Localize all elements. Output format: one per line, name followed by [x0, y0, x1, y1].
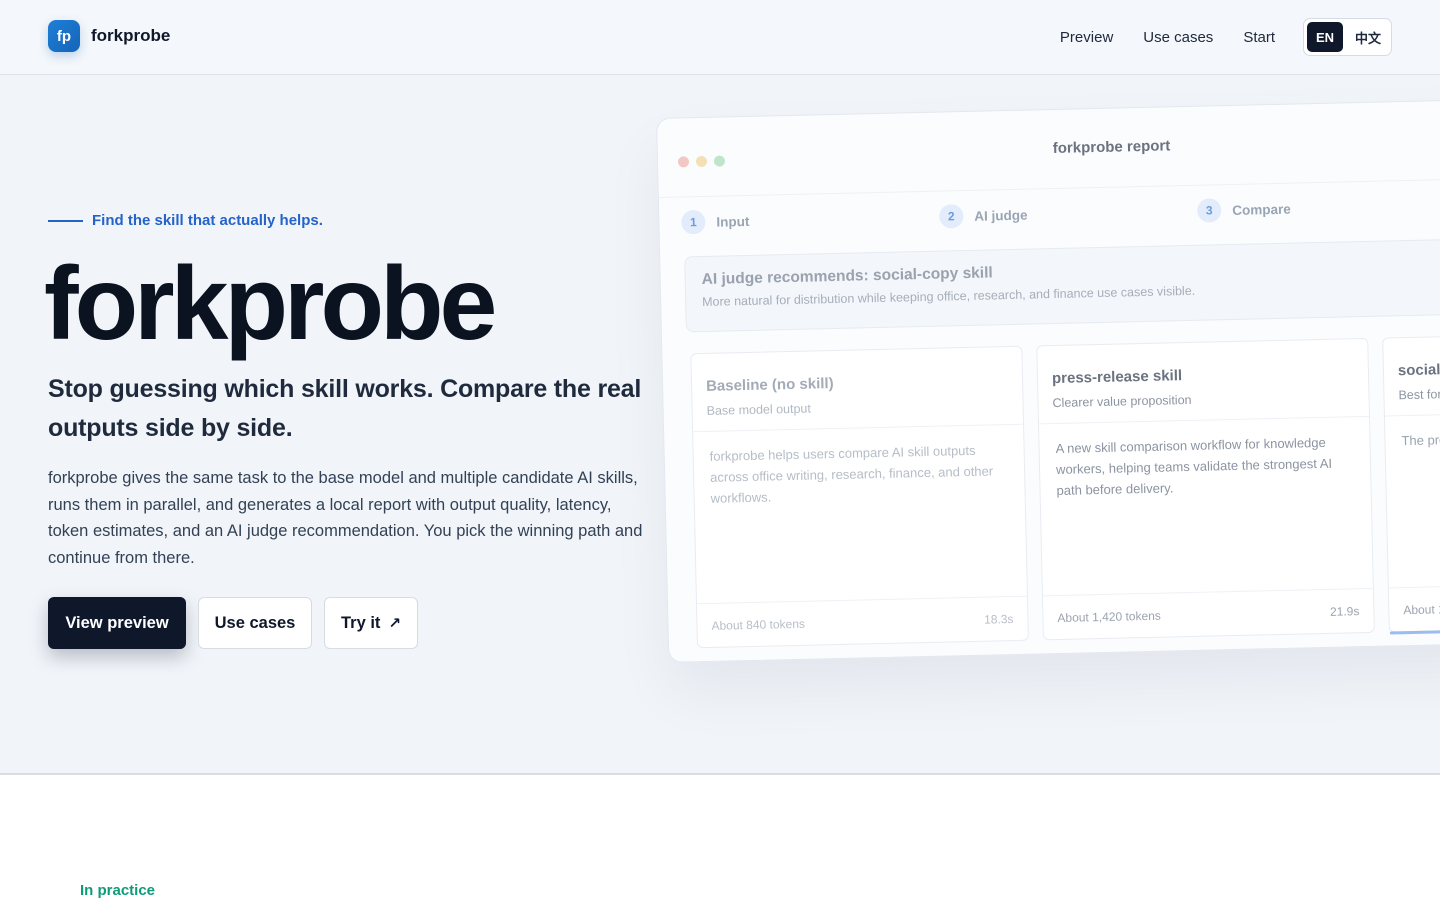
view-preview-button[interactable]: View preview: [48, 597, 186, 649]
card-subtitle: Clearer value proposition: [1052, 392, 1192, 411]
card-time: 21.9s: [1329, 603, 1360, 619]
minimize-dot-icon: [695, 155, 708, 168]
card-tokens: About 1: [1403, 601, 1440, 617]
use-cases-button[interactable]: Use cases: [198, 597, 312, 649]
brand[interactable]: fp forkprobe: [48, 20, 170, 52]
card-subtitle: Base model output: [706, 401, 812, 418]
top-navigation-bar: fp forkprobe Preview Use cases Start EN …: [0, 0, 1440, 75]
preview-steps: 1 Input 2 AI judge 3 Compare: [681, 193, 1440, 235]
judge-recommendation-banner: AI judge recommends: social-copy skill M…: [684, 237, 1440, 333]
hero-cta-row: View preview Use cases Try it ↗: [48, 597, 430, 649]
hero-subtitle: Stop guessing which skill works. Compare…: [48, 375, 642, 442]
step-label: Compare: [1232, 201, 1291, 218]
comparison-cards: Baseline (no skill) Base model output fo…: [690, 333, 1440, 649]
nav-link-preview[interactable]: Preview: [1060, 29, 1113, 46]
card-press-release: press-release skill Clearer value propos…: [1036, 337, 1375, 641]
eyebrow-text: Find the skill that actually helps.: [92, 212, 323, 229]
eyebrow-line: [48, 219, 83, 222]
card-tokens: About 1,420 tokens: [1057, 608, 1161, 625]
card-tokens: About 840 tokens: [711, 616, 806, 633]
step-ai-judge: 2 AI judge: [939, 199, 1197, 229]
card-social-copy: social-c Best for d The prob problem for…: [1382, 333, 1440, 633]
hero-description: forkprobe gives the same task to the bas…: [48, 469, 643, 567]
brand-logo-icon: fp: [48, 20, 80, 52]
card-footer: About 840 tokens 18.3s: [697, 595, 1028, 648]
report-preview-window: forkprobe report 1 Input 2 AI judge 3 Co…: [656, 98, 1440, 663]
card-subtitle: Best for d: [1398, 387, 1440, 403]
window-controls: [677, 155, 732, 168]
section-eyebrow: In practice: [80, 882, 156, 899]
card-body: forkprobe helps users compare AI skill o…: [709, 442, 994, 506]
card-footer: About 1: [1388, 583, 1440, 632]
brand-name: forkprobe: [91, 26, 171, 45]
card-title: press-release skill: [1051, 367, 1183, 388]
card-footer: About 1,420 tokens 21.9s: [1042, 587, 1374, 640]
nav-link-use-cases[interactable]: Use cases: [1143, 29, 1213, 46]
lang-en-button[interactable]: EN: [1307, 22, 1343, 52]
step-label: Input: [716, 213, 750, 230]
try-it-button[interactable]: Try it ↗: [324, 597, 418, 649]
card-title: social-c: [1397, 360, 1440, 380]
step-compare: 3 Compare: [1196, 193, 1440, 223]
nav-link-start[interactable]: Start: [1243, 29, 1275, 46]
preview-title: forkprobe report: [1052, 137, 1171, 158]
card-title: Baseline (no skill): [705, 375, 834, 395]
card-time: 18.3s: [983, 611, 1014, 627]
arrow-up-right-icon: ↗: [388, 615, 401, 632]
step-input: 1 Input: [681, 205, 939, 235]
close-dot-icon: [677, 156, 690, 168]
language-switcher: EN 中文: [1303, 18, 1392, 56]
card-header: Baseline (no skill) Base model output: [691, 346, 1024, 433]
card-header: social-c Best for d: [1383, 334, 1440, 417]
hero-title: forkprobe: [44, 246, 497, 362]
card-body: The prob problem forkprob: [1401, 430, 1440, 449]
step-number: 1: [681, 209, 706, 235]
lang-zh-button[interactable]: 中文: [1350, 22, 1386, 52]
main-nav: Preview Use cases Start EN 中文: [1060, 18, 1392, 56]
step-number: 2: [939, 204, 964, 229]
card-header: press-release skill Clearer value propos…: [1037, 338, 1369, 425]
in-practice-section: In practice: [0, 775, 1440, 900]
try-it-label: Try it: [340, 613, 381, 632]
step-number: 3: [1196, 198, 1222, 223]
hero-eyebrow: Find the skill that actually helps.: [48, 212, 323, 229]
maximize-dot-icon: [713, 155, 726, 167]
card-body: A new skill comparison workflow for know…: [1055, 434, 1333, 499]
card-baseline: Baseline (no skill) Base model output fo…: [690, 345, 1029, 649]
step-label: AI judge: [974, 207, 1028, 224]
